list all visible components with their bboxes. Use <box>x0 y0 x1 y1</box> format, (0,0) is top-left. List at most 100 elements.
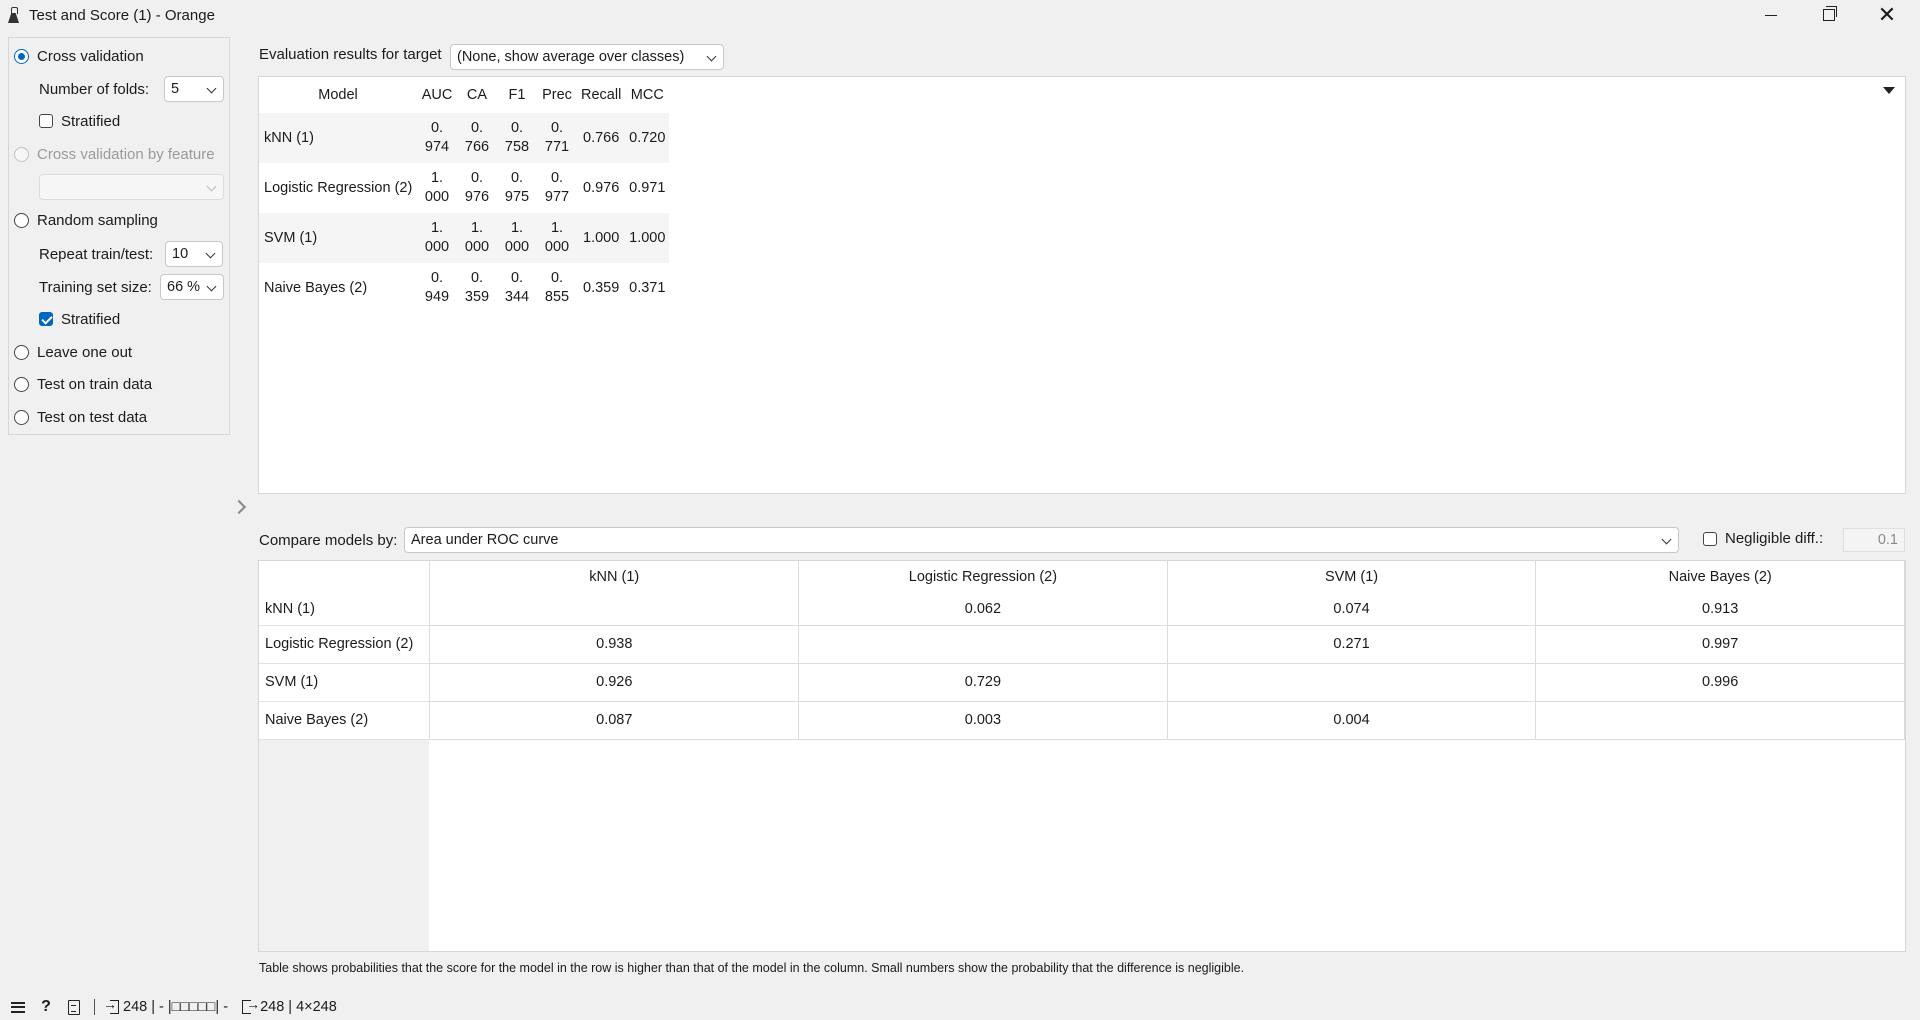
minimize-icon <box>1765 14 1777 16</box>
column-header[interactable]: SVM (1) <box>1167 561 1537 593</box>
report-button[interactable] <box>64 997 84 1017</box>
row-header[interactable]: SVM (1) <box>259 663 431 702</box>
column-header[interactable]: Naive Bayes (2) <box>1535 561 1905 593</box>
repeat-train-test-label: Repeat train/test: <box>39 246 154 263</box>
comparison-cell: 0.926 <box>429 663 800 702</box>
help-icon[interactable]: ? <box>36 997 56 1017</box>
comparison-cell: 0.913 <box>1535 593 1905 626</box>
ca-value: 1. 000 <box>457 213 497 263</box>
negligible-diff-input[interactable]: 0.1 <box>1843 528 1905 552</box>
column-header-prec[interactable]: Prec <box>537 77 577 113</box>
checkbox-unchecked-icon[interactable] <box>39 114 53 128</box>
radio-unselected-icon[interactable] <box>14 344 29 360</box>
close-icon: ✕ <box>1877 2 1897 27</box>
table-row[interactable]: SVM (1) 1. 000 1. 000 1. 000 1. 000 1.00… <box>259 213 670 263</box>
menu-button[interactable] <box>8 997 28 1017</box>
rs-stratified-label: Stratified <box>61 310 121 328</box>
evaluation-results-table[interactable]: Model AUC CA F1 Prec Recall MCC kNN (1) … <box>258 76 1906 494</box>
report-document-icon <box>68 999 80 1015</box>
chevron-down-icon <box>1661 534 1672 545</box>
radio-disabled-icon[interactable] <box>14 146 29 162</box>
recall-value: 1.000 <box>577 213 626 263</box>
model-name: Logistic Regression (2) <box>264 179 413 196</box>
column-header-model[interactable]: Model <box>259 77 417 113</box>
comparison-cell <box>798 625 1168 664</box>
row-header[interactable]: Naive Bayes (2) <box>259 701 431 740</box>
comparison-cell <box>1535 701 1905 740</box>
table-row[interactable]: Naive Bayes (2) 0. 949 0. 359 0. 344 0. … <box>259 263 669 313</box>
cross-validation-label: Cross validation <box>37 47 144 65</box>
cv-feature-select[interactable] <box>39 174 224 200</box>
mcc-value: 0.720 <box>625 113 670 163</box>
radio-unselected-icon[interactable] <box>14 212 29 228</box>
evaluation-target-select[interactable]: (None, show average over classes) <box>450 44 724 70</box>
training-set-size-select[interactable]: 66 % <box>160 274 224 300</box>
table-row[interactable]: Logistic Regression (2) 1. 000 0. 976 0.… <box>259 163 669 213</box>
chevron-right-icon[interactable] <box>231 499 247 515</box>
checkbox-checked-icon[interactable] <box>39 312 53 326</box>
training-set-size-label: Training set size: <box>39 279 152 296</box>
comparison-cell: 0.996 <box>1535 663 1905 702</box>
restore-icon <box>1823 6 1837 21</box>
comparison-cell: 0.729 <box>798 663 1168 702</box>
number-of-folds-select[interactable]: 5 <box>164 76 224 102</box>
minimize-button[interactable] <box>1742 0 1800 30</box>
model-name: SVM (1) <box>259 213 417 263</box>
test-on-test-radio[interactable]: Test on test data <box>14 406 147 428</box>
scores-table: Model AUC CA F1 Prec Recall MCC kNN (1) … <box>259 77 670 313</box>
column-header[interactable]: kNN (1) <box>429 561 800 593</box>
rs-stratified-checkbox[interactable]: Stratified <box>39 308 120 330</box>
radio-unselected-icon[interactable] <box>14 376 29 392</box>
column-header-auc[interactable]: AUC <box>417 77 457 113</box>
output-summary[interactable]: 248 | 4×248 <box>260 999 337 1015</box>
column-header-recall[interactable]: Recall <box>577 77 625 113</box>
orange-flask-icon <box>7 6 21 24</box>
column-header[interactable]: Logistic Regression (2) <box>798 561 1168 593</box>
compare-models-value: Area under ROC curve <box>411 532 559 548</box>
negligible-diff-checkbox[interactable]: Negligible diff.: <box>1703 530 1823 547</box>
cv-by-feature-radio[interactable]: Cross validation by feature <box>14 143 215 165</box>
cv-stratified-checkbox[interactable]: Stratified <box>39 110 120 132</box>
prec-value: 1. 000 <box>537 213 577 263</box>
title-bar: Test and Score (1) - Orange ✕ <box>0 0 1920 30</box>
f1-value: 0. 344 <box>504 270 530 305</box>
comparison-grid: kNN (1) Logistic Regression (2) SVM (1) … <box>259 561 1905 740</box>
column-menu-icon[interactable] <box>1883 87 1895 94</box>
row-header[interactable]: kNN (1) <box>259 593 431 626</box>
comparison-cell: 0.074 <box>1167 593 1537 626</box>
input-summary[interactable]: 248 | - |□□□□□| - <box>123 999 228 1015</box>
test-on-train-radio[interactable]: Test on train data <box>14 373 152 395</box>
hamburger-menu-icon <box>11 1001 25 1013</box>
ca-value: 0. 976 <box>464 170 490 205</box>
mcc-value: 1.000 <box>625 213 670 263</box>
recall-value: 0.976 <box>583 179 620 196</box>
random-sampling-radio[interactable]: Random sampling <box>14 209 158 231</box>
status-bar: ? 248 | - |□□□□□| - 248 | 4×248 <box>0 994 1920 1020</box>
comparison-footnote: Table shows probabilities that the score… <box>259 961 1245 975</box>
f1-value: 0. 758 <box>497 113 537 163</box>
close-button[interactable]: ✕ <box>1858 0 1916 30</box>
cross-validation-radio[interactable]: Cross validation <box>14 45 144 67</box>
restore-button[interactable] <box>1800 0 1858 30</box>
comparison-table[interactable]: kNN (1) Logistic Regression (2) SVM (1) … <box>258 560 1906 952</box>
checkbox-unchecked-icon[interactable] <box>1703 531 1717 546</box>
column-header-f1[interactable]: F1 <box>497 77 537 113</box>
chevron-down-icon <box>206 181 217 192</box>
mcc-value: 0.371 <box>629 279 666 296</box>
column-header-mcc[interactable]: MCC <box>625 77 669 113</box>
leave-one-out-radio[interactable]: Leave one out <box>14 341 132 363</box>
row-header[interactable]: Logistic Regression (2) <box>259 625 431 664</box>
repeat-train-test-select[interactable]: 10 <box>165 241 223 267</box>
output-icon <box>242 996 260 1014</box>
radio-unselected-icon[interactable] <box>14 409 29 425</box>
table-row: kNN (1) 0.062 0.074 0.913 <box>259 593 1905 626</box>
column-header-ca[interactable]: CA <box>457 77 497 113</box>
radio-selected-icon[interactable] <box>14 48 29 64</box>
evaluation-target-label: Evaluation results for target <box>259 46 442 63</box>
number-of-folds-label: Number of folds: <box>39 81 150 98</box>
cv-stratified-label: Stratified <box>61 112 121 130</box>
auc-value: 1. 000 <box>424 170 450 205</box>
table-row[interactable]: kNN (1) 0. 974 0. 766 0. 758 0. 771 0.76… <box>259 113 670 163</box>
compare-models-select[interactable]: Area under ROC curve <box>404 527 1679 553</box>
model-name: Naive Bayes (2) <box>264 279 368 296</box>
